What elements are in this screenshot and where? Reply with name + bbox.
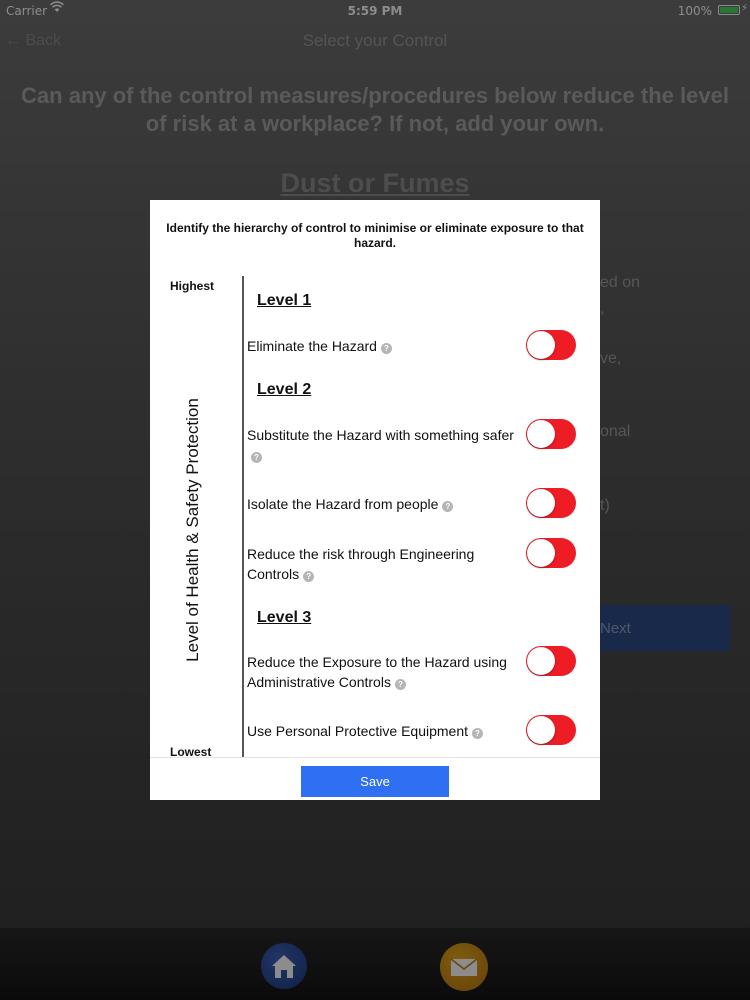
- control-hierarchy-modal: Identify the hierarchy of control to min…: [150, 200, 600, 800]
- toggle-knob: [527, 716, 555, 744]
- help-icon[interactable]: ?: [394, 679, 406, 690]
- control-text: Reduce the Exposure to the Hazard using …: [247, 654, 507, 690]
- toggle-substitute[interactable]: [526, 419, 576, 449]
- control-label-engineering: Reduce the risk through Engineering Cont…: [247, 544, 522, 584]
- toggle-eliminate[interactable]: [526, 330, 576, 360]
- toggle-engineering[interactable]: [526, 538, 576, 568]
- axis-highest-label: Highest: [170, 279, 215, 293]
- control-label-isolate: Isolate the Hazard from people?: [247, 494, 522, 514]
- help-icon[interactable]: ?: [472, 728, 483, 739]
- control-label-ppe: Use Personal Protective Equipment?: [247, 721, 522, 741]
- level-3-heading: Level 3: [257, 609, 312, 626]
- control-text: Use Personal Protective Equipment: [247, 723, 468, 739]
- toggle-knob: [527, 331, 555, 359]
- control-text: Isolate the Hazard from people: [247, 496, 439, 512]
- help-icon[interactable]: ?: [380, 343, 392, 354]
- help-icon[interactable]: ?: [442, 501, 454, 512]
- control-label-eliminate: Eliminate the Hazard?: [247, 336, 522, 356]
- control-label-administrative: Reduce the Exposure to the Hazard using …: [247, 652, 522, 692]
- toggle-isolate[interactable]: [526, 488, 576, 518]
- toggle-administrative[interactable]: [526, 646, 576, 676]
- help-icon[interactable]: ?: [303, 571, 315, 582]
- toggle-ppe[interactable]: [526, 715, 576, 745]
- help-icon[interactable]: ?: [251, 452, 262, 463]
- axis-divider: [242, 276, 244, 758]
- control-label-substitute: Substitute the Hazard with something saf…: [247, 425, 517, 465]
- control-text: Eliminate the Hazard: [247, 338, 377, 354]
- control-text: Reduce the risk through Engineering Cont…: [247, 546, 475, 582]
- toggle-knob: [527, 420, 555, 448]
- modal-heading: Identify the hierarchy of control to min…: [166, 221, 584, 250]
- control-text: Substitute the Hazard with something saf…: [247, 427, 514, 443]
- level-2-heading: Level 2: [257, 381, 312, 398]
- level-1-heading: Level 1: [257, 292, 312, 309]
- toggle-knob: [527, 647, 555, 675]
- modal-footer-divider: [150, 757, 600, 758]
- axis-label: Level of Health & Safety Protection: [183, 398, 202, 662]
- toggle-knob: [527, 489, 555, 517]
- toggle-knob: [527, 539, 555, 567]
- save-button[interactable]: Save: [301, 766, 449, 797]
